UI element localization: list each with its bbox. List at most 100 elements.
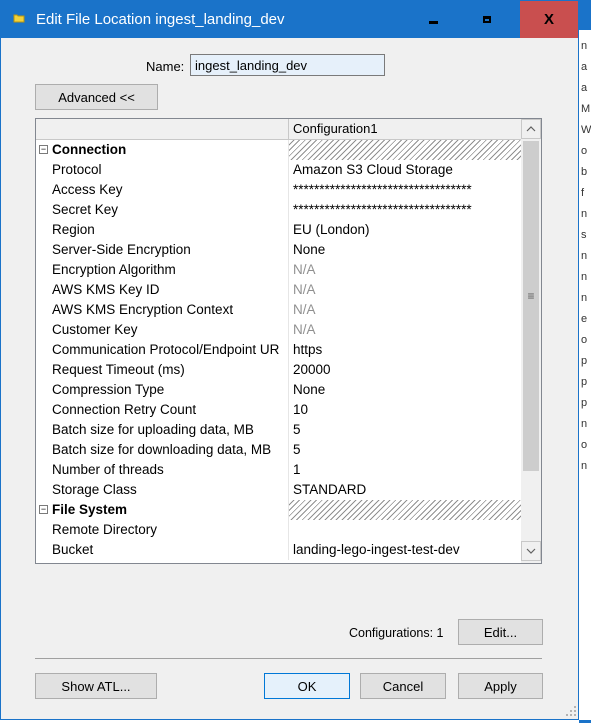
grid-property-row[interactable]: AWS KMS Encryption Context N/A (36, 300, 521, 320)
grid-property-row[interactable]: AWS KMS Key ID N/A (36, 280, 521, 300)
column-header-configuration1[interactable]: Configuration1 (288, 119, 521, 139)
cancel-button[interactable]: Cancel (360, 673, 446, 699)
grid-property-row[interactable]: Storage Class STANDARD (36, 480, 521, 500)
grid-property-row[interactable]: Bucket landing-lego-ingest-test-dev (36, 540, 521, 560)
name-input[interactable] (190, 54, 385, 76)
grid-property-row[interactable]: Customer Key N/A (36, 320, 521, 340)
background-text: W (581, 124, 591, 136)
grid-rows: − Connection Protocol Amazon S3 Cloud Stora… (36, 140, 521, 560)
scroll-up-button[interactable] (521, 119, 541, 139)
property-name: Communication Protocol/Endpoint UR (52, 342, 280, 357)
property-value[interactable]: 20000 (288, 360, 521, 380)
grid-section-row[interactable]: − Connection (36, 140, 521, 160)
property-value[interactable]: None (288, 380, 521, 400)
grid-property-row[interactable]: Communication Protocol/Endpoint UR https (36, 340, 521, 360)
grid-property-row[interactable]: Batch size for downloading data, MB 5 (36, 440, 521, 460)
background-text: n (581, 40, 588, 52)
property-value[interactable]: ********************************** (288, 180, 521, 200)
property-value[interactable]: Amazon S3 Cloud Storage (288, 160, 521, 180)
property-value[interactable]: EU (London) (288, 220, 521, 240)
section-hatch (288, 140, 521, 160)
folder-icon (13, 14, 25, 23)
close-button[interactable]: X (520, 1, 578, 38)
property-name: Server-Side Encryption (52, 242, 191, 257)
property-value[interactable]: ********************************** (288, 200, 521, 220)
grid-property-row[interactable]: Region EU (London) (36, 220, 521, 240)
divider (35, 658, 542, 659)
minimize-button[interactable] (410, 1, 456, 38)
property-name: Connection Retry Count (52, 402, 197, 417)
grid-property-row[interactable]: Protocol Amazon S3 Cloud Storage (36, 160, 521, 180)
window-title: Edit File Location ingest_landing_dev (36, 11, 285, 28)
background-text: n (581, 250, 588, 262)
background-text: a (581, 82, 588, 94)
background-text: p (581, 355, 588, 367)
property-name: Region (52, 222, 95, 237)
scroll-grip-icon: ≡ (527, 289, 535, 303)
resize-grip-icon[interactable] (565, 705, 577, 717)
background-text: e (581, 313, 588, 325)
property-name: Storage Class (52, 482, 137, 497)
collapse-icon[interactable]: − (39, 505, 48, 514)
property-name: Bucket (52, 542, 94, 557)
minimize-icon (428, 21, 438, 24)
grid-property-row[interactable]: Connection Retry Count 10 (36, 400, 521, 420)
edit-button[interactable]: Edit... (458, 619, 543, 645)
property-value[interactable]: landing-lego-ingest-test-dev (288, 540, 521, 560)
property-name: Compression Type (52, 382, 165, 397)
maximize-button[interactable] (464, 1, 510, 38)
name-label: Name: (146, 59, 185, 74)
grid-property-row[interactable]: Batch size for uploading data, MB 5 (36, 420, 521, 440)
background-text: p (581, 376, 588, 388)
property-name: AWS KMS Encryption Context (52, 302, 234, 317)
apply-button[interactable]: Apply (458, 673, 543, 699)
background-text: n (581, 271, 588, 283)
property-value[interactable]: N/A (288, 260, 521, 280)
property-grid: Configuration1 − Connection Protocol Amazon… (35, 118, 542, 564)
vertical-scrollbar[interactable]: ≡ (521, 119, 541, 563)
property-name: Number of threads (52, 462, 164, 477)
grid-property-row[interactable]: Number of threads 1 (36, 460, 521, 480)
background-text: p (581, 397, 588, 409)
grid-property-row[interactable]: Encryption Algorithm N/A (36, 260, 521, 280)
grid-property-row[interactable]: Secret Key ******************************… (36, 200, 521, 220)
advanced-button[interactable]: Advanced << (35, 84, 158, 110)
chevron-down-icon (526, 548, 536, 554)
property-value[interactable] (288, 520, 521, 540)
grid-section-row[interactable]: − File System (36, 500, 521, 520)
title-bar[interactable]: Edit File Location ingest_landing_dev X (1, 1, 578, 38)
grid-property-row[interactable]: Request Timeout (ms) 20000 (36, 360, 521, 380)
show-atl-button[interactable]: Show ATL... (35, 673, 157, 699)
grid-property-row[interactable]: Access Key ******************************… (36, 180, 521, 200)
property-name: Request Timeout (ms) (52, 362, 185, 377)
background-text: o (581, 145, 588, 157)
property-name: Batch size for uploading data, MB (52, 422, 254, 437)
property-value[interactable]: N/A (288, 300, 521, 320)
property-name: Customer Key (52, 322, 138, 337)
property-value[interactable]: 10 (288, 400, 521, 420)
edit-file-location-dialog: Edit File Location ingest_landing_dev X … (0, 0, 579, 720)
property-value[interactable]: STANDARD (288, 480, 521, 500)
property-value[interactable]: N/A (288, 320, 521, 340)
ok-button[interactable]: OK (264, 673, 350, 699)
grid-header: Configuration1 (36, 119, 521, 140)
background-text: a (581, 61, 588, 73)
background-text: n (581, 418, 588, 430)
scroll-down-button[interactable] (521, 541, 541, 561)
collapse-icon[interactable]: − (39, 145, 48, 154)
grid-property-row[interactable]: Compression Type None (36, 380, 521, 400)
background-text: o (581, 334, 588, 346)
grid-property-row[interactable]: Server-Side Encryption None (36, 240, 521, 260)
scroll-thumb[interactable] (523, 141, 539, 471)
background-text: n (581, 292, 588, 304)
property-value[interactable]: None (288, 240, 521, 260)
grid-property-row[interactable]: Remote Directory (36, 520, 521, 540)
property-value[interactable]: 5 (288, 440, 521, 460)
property-value[interactable]: N/A (288, 280, 521, 300)
background-text: M (581, 103, 591, 115)
background-text: n (581, 460, 588, 472)
property-value[interactable]: https (288, 340, 521, 360)
background-text: o (581, 439, 588, 451)
property-value[interactable]: 5 (288, 420, 521, 440)
property-value[interactable]: 1 (288, 460, 521, 480)
